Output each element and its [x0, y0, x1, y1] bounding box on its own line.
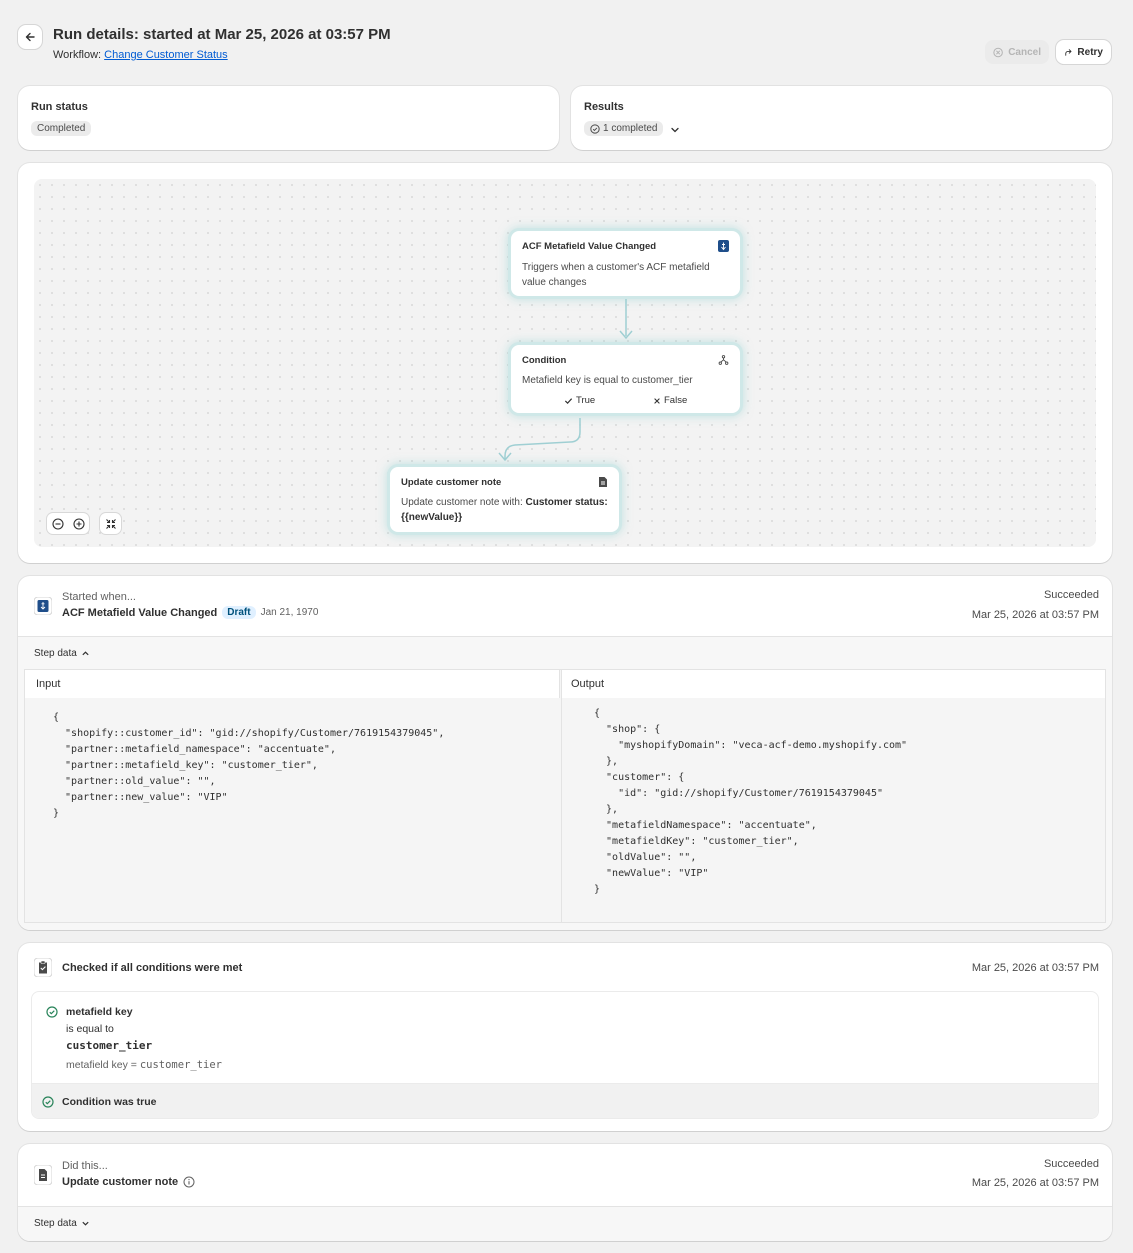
step-name: ACF Metafield Value Changed [62, 606, 218, 619]
condition-step-title: Checked if all conditions were met [62, 962, 243, 974]
step-title-row: ACF Metafield Value Changed Draft Jan 21… [62, 606, 318, 619]
condition-result: Condition was true [62, 1096, 157, 1108]
trigger-node[interactable]: ACF Metafield Value Changed Triggers whe… [511, 231, 740, 296]
condition-node[interactable]: Condition Metafield key is equal to cust… [511, 345, 740, 413]
check-icon [564, 398, 573, 405]
action-node-text: Update customer note with: Customer stat… [401, 497, 608, 523]
panel-divider [561, 670, 562, 922]
condition-value: customer_tier [66, 1039, 153, 1052]
fit-view-button[interactable] [100, 513, 121, 534]
step-data-panels: Input Output { "shopify::customer_id": "… [24, 669, 1106, 923]
condition-false-branch[interactable]: False [653, 395, 687, 406]
check-circle-icon [46, 1006, 58, 1018]
clipboard-check-icon [34, 958, 52, 977]
condition-result-row: Condition was true [32, 1083, 1098, 1118]
action-step-name: Update customer note [62, 1176, 179, 1188]
input-code: { "shopify::customer_id": "gid://shopify… [53, 712, 445, 819]
action-step-title-row: Update customer note [62, 1176, 195, 1188]
collapse-arrows-icon [105, 518, 116, 529]
step-trigger-card: Started when... ACF Metafield Value Chan… [18, 576, 1112, 930]
action-step-timestamp: Mar 25, 2026 at 03:57 PM [971, 1177, 1099, 1189]
condition-field: metafield key [66, 1006, 133, 1018]
action-step-data-toggle[interactable]: Step data [34, 1218, 90, 1229]
step-data-toggle[interactable]: Step data [34, 648, 90, 659]
output-header: Output [561, 670, 1105, 698]
x-icon [654, 397, 660, 404]
zoom-controls [47, 513, 89, 534]
step-status: Succeeded [1043, 589, 1099, 601]
action-node-title: Update customer note [401, 477, 502, 488]
condition-operator: is equal to [66, 1023, 114, 1035]
action-step-status: Succeeded [1043, 1158, 1099, 1170]
step-date: Jan 21, 1970 [260, 607, 319, 618]
step-timestamp: Mar 25, 2026 at 03:57 PM [971, 609, 1099, 621]
app-logo-icon [718, 240, 729, 252]
branch-icon [718, 355, 729, 365]
step-action-card: Did this... Update customer note Succeed… [18, 1144, 1112, 1241]
condition-step-timestamp: Mar 25, 2026 at 03:57 PM [971, 962, 1099, 974]
trigger-node-text: Triggers when a customer's ACF metafield… [522, 262, 710, 288]
action-step-data-section: Step data [18, 1206, 1112, 1241]
zoom-out-icon[interactable] [51, 517, 64, 530]
condition-detail-box: metafield key is equal to customer_tier … [31, 991, 1099, 1119]
app-logo-icon [34, 597, 52, 615]
draft-badge: Draft [222, 606, 256, 619]
input-header: Input [25, 670, 560, 698]
document-icon [599, 477, 607, 487]
input-label: Input [36, 678, 61, 690]
output-label: Output [571, 678, 605, 690]
output-code: { "shop": { "myshopifyDomain": "veca-acf… [594, 708, 908, 895]
chevron-up-icon [82, 651, 89, 656]
trigger-node-title: ACF Metafield Value Changed [522, 241, 657, 252]
condition-node-text: Metafield key is equal to customer_tier [522, 375, 693, 386]
check-circle-icon [42, 1096, 54, 1108]
action-step-caption: Did this... [62, 1160, 108, 1172]
chevron-down-icon [82, 1221, 89, 1226]
zoom-in-icon[interactable] [72, 517, 85, 530]
action-node[interactable]: Update customer note Update customer not… [390, 467, 619, 532]
condition-node-title: Condition [522, 355, 567, 366]
condition-evaluation: metafield key = customer_tier [66, 1059, 223, 1071]
step-caption: Started when... [62, 591, 136, 603]
info-icon[interactable] [183, 1176, 195, 1188]
step-condition-card: Checked if all conditions were met Mar 2… [18, 943, 1112, 1131]
document-icon [34, 1165, 52, 1185]
condition-true-branch[interactable]: True [564, 395, 595, 406]
